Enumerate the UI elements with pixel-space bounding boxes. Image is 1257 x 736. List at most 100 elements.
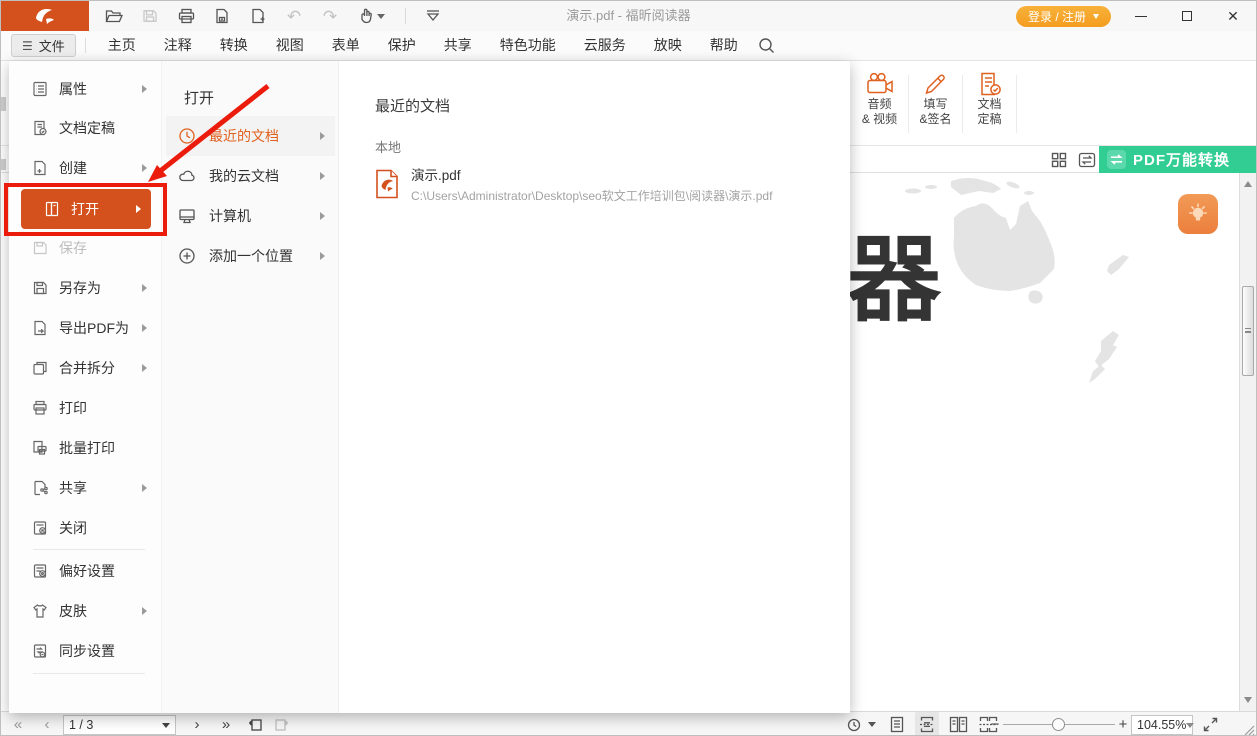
audio-video-button[interactable]: 音频 & 视频: [853, 67, 906, 141]
fill-sign-label-2: &签名: [919, 112, 951, 127]
submenu-item-recent-docs[interactable]: 最近的文档: [166, 116, 335, 156]
resize-grip[interactable]: [1241, 722, 1255, 736]
next-page-button[interactable]: ›: [189, 712, 205, 736]
rotate-view-caret[interactable]: [865, 712, 879, 736]
page-number-input[interactable]: 1 / 3: [63, 715, 176, 735]
tab-view[interactable]: 视图: [262, 31, 318, 60]
scrollbar-grip: [1245, 328, 1251, 333]
maximize-button[interactable]: [1164, 1, 1210, 31]
zoom-level-value: 104.55%: [1137, 718, 1186, 732]
menu-item-close[interactable]: 关闭: [9, 508, 161, 548]
tab-cloud[interactable]: 云服务: [570, 31, 640, 60]
menu-item-doc-finalize[interactable]: 文档定稿: [9, 108, 161, 148]
search-button[interactable]: [758, 37, 775, 54]
submenu-arrow-icon: [142, 364, 147, 372]
menu-item-save[interactable]: 保存: [9, 228, 161, 268]
customize-toolbar-icon[interactable]: [422, 5, 444, 27]
menu-item-properties[interactable]: 属性: [9, 69, 161, 109]
submenu-arrow-icon: [320, 252, 325, 260]
tab-features[interactable]: 特色功能: [486, 31, 570, 60]
tab-protect[interactable]: 保护: [374, 31, 430, 60]
next-view-button[interactable]: [271, 712, 291, 736]
prev-view-button[interactable]: [245, 712, 265, 736]
prev-view-icon: [248, 717, 263, 732]
menu-divider: [33, 673, 145, 674]
lightbulb-icon: [1185, 201, 1211, 227]
save-as-icon: [31, 280, 48, 297]
doc-finalize-button[interactable]: 文档 定稿: [963, 67, 1016, 141]
swap-view-button[interactable]: [1077, 150, 1097, 170]
minimize-button[interactable]: [1118, 1, 1164, 31]
facing-pages-icon: [949, 716, 968, 733]
menu-item-batch-print[interactable]: 批量打印: [9, 428, 161, 468]
single-page-view-button[interactable]: [885, 712, 909, 736]
login-button[interactable]: 登录 / 注册: [1016, 6, 1111, 27]
zoom-in-button[interactable]: +: [1115, 712, 1131, 736]
submenu-item-add-place[interactable]: 添加一个位置: [166, 236, 335, 276]
statusbar: « ‹ 1 / 3 › » − +: [1, 711, 1256, 736]
assistant-bulb-button[interactable]: [1178, 194, 1218, 234]
maximize-icon: [1182, 11, 1192, 21]
menu-item-share[interactable]: 共享: [9, 468, 161, 508]
recent-file-item[interactable]: 演示.pdf C:\Users\Administrator\Desktop\se…: [375, 167, 815, 211]
tab-present[interactable]: 放映: [640, 31, 696, 60]
tab-form[interactable]: 表单: [318, 31, 374, 60]
hand-tool-icon[interactable]: [355, 5, 389, 27]
menu-item-export-pdf[interactable]: 导出PDF为: [9, 308, 161, 348]
save-icon[interactable]: [139, 5, 161, 27]
submenu-arrow-icon: [142, 85, 147, 93]
scroll-down-icon[interactable]: [1244, 697, 1252, 703]
submenu-item-computer[interactable]: 计算机: [166, 196, 335, 236]
continuous-view-button[interactable]: [915, 712, 939, 736]
plus-circle-icon: [178, 247, 196, 265]
doc-export-icon[interactable]: [211, 5, 233, 27]
menu-item-label: 打开: [71, 199, 99, 219]
prev-page-button[interactable]: ‹: [39, 712, 55, 736]
menu-item-sync-settings[interactable]: 同步设置: [9, 631, 161, 671]
menu-item-open[interactable]: 打开: [21, 189, 151, 229]
scroll-up-icon[interactable]: [1244, 181, 1252, 187]
rotate-view-button[interactable]: [844, 712, 864, 736]
first-page-button[interactable]: «: [7, 712, 29, 736]
print-icon[interactable]: [175, 5, 197, 27]
tab-help[interactable]: 帮助: [696, 31, 752, 60]
app-window: ↶ ↷ 演示.pdf - 福昕阅读器 登录 / 注册: [0, 0, 1257, 736]
audio-video-label-1: 音频: [867, 97, 891, 112]
close-button[interactable]: ✕: [1210, 1, 1256, 31]
thumbnail-view-button[interactable]: [1049, 150, 1069, 170]
menu-item-label: 批量打印: [59, 438, 115, 458]
fullscreen-button[interactable]: [1199, 712, 1221, 736]
zoom-out-button[interactable]: −: [987, 712, 1003, 736]
tab-home[interactable]: 主页: [94, 31, 150, 60]
convert-arrows-icon: [1107, 150, 1126, 169]
redo-icon[interactable]: ↷: [319, 5, 341, 27]
facing-view-button[interactable]: [945, 712, 971, 736]
menu-item-skin[interactable]: 皮肤: [9, 591, 161, 631]
menu-item-print[interactable]: 打印: [9, 388, 161, 428]
pdf-convert-button[interactable]: PDF万能转换: [1099, 146, 1256, 173]
fill-sign-button[interactable]: 填写 &签名: [909, 67, 962, 141]
submenu-arrow-icon: [136, 205, 141, 213]
tab-comment[interactable]: 注释: [150, 31, 206, 60]
vertical-scrollbar[interactable]: [1239, 173, 1256, 711]
foxit-logo[interactable]: [1, 1, 89, 31]
zoom-level-select[interactable]: 104.55%: [1131, 715, 1193, 735]
tab-convert[interactable]: 转换: [206, 31, 262, 60]
menu-item-create[interactable]: 创建: [9, 148, 161, 188]
menu-item-preferences[interactable]: 偏好设置: [9, 551, 161, 591]
menu-item-save-as[interactable]: 另存为: [9, 268, 161, 308]
zoom-slider-knob[interactable]: [1052, 718, 1065, 731]
tab-file[interactable]: ☰ 文件: [11, 34, 76, 57]
undo-icon[interactable]: ↶: [283, 5, 305, 27]
menu-item-label: 创建: [59, 158, 87, 178]
menubar-separator: [85, 38, 86, 53]
menu-item-merge-split[interactable]: 合并拆分: [9, 348, 161, 388]
scrollbar-thumb[interactable]: [1242, 286, 1254, 376]
recent-docs-group-label: 本地: [375, 137, 401, 156]
tab-share[interactable]: 共享: [430, 31, 486, 60]
new-doc-icon[interactable]: [247, 5, 269, 27]
open-file-icon[interactable]: [103, 5, 125, 27]
submenu-item-cloud-docs[interactable]: 我的云文档: [166, 156, 335, 196]
last-page-button[interactable]: »: [215, 712, 237, 736]
computer-icon: [178, 207, 196, 225]
